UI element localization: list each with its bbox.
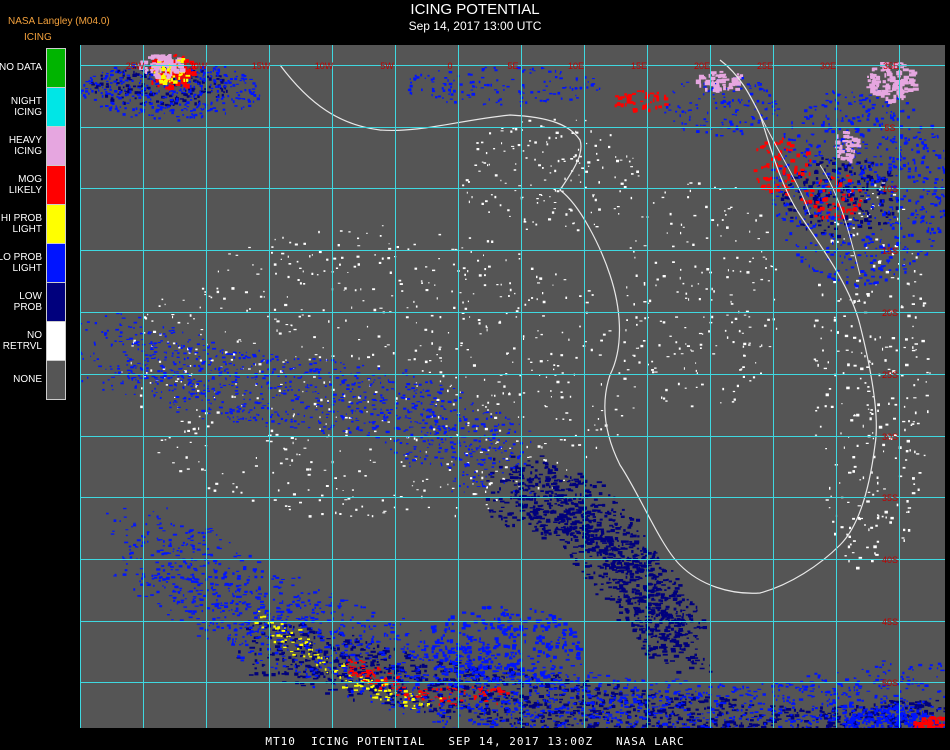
legend-item-label: NO RETRVL <box>0 321 42 360</box>
longitude-label: 25W <box>126 61 145 71</box>
legend-item-swatch <box>46 360 66 400</box>
longitude-label: 5W <box>380 61 394 71</box>
legend-item-label-line: RETRVL <box>2 340 42 352</box>
legend-item-swatch <box>46 48 66 88</box>
longitude-label: 25E <box>757 61 773 71</box>
longitude-label: 20E <box>694 61 710 71</box>
legend-item-swatch <box>46 243 66 283</box>
legend-item-label-line: LIKELY <box>8 184 42 196</box>
longitude-label: 15E <box>631 61 647 71</box>
low-probability-clouds <box>236 620 945 728</box>
legend-item-label-line: NO DATA <box>0 62 42 73</box>
legend-item-label-line: NO <box>27 329 42 341</box>
legend-item-label: MOG LIKELY <box>0 165 42 204</box>
legend-item: NIGHT ICING <box>0 87 66 127</box>
heavy-icing <box>695 70 744 93</box>
legend-item-label: NIGHT ICING <box>0 87 42 126</box>
latitude-label: 35S <box>882 493 898 503</box>
longitude-label: 10E <box>568 61 584 71</box>
latitude-label: 15S <box>882 246 898 256</box>
legend-item: LOW PROB <box>0 282 66 322</box>
legend-item-label-line: ICING <box>14 106 42 118</box>
latitude-label: 25S <box>882 370 898 380</box>
latitude-label: 40S <box>882 555 898 565</box>
legend-item-swatch <box>46 165 66 205</box>
no-retrieval-speckles <box>625 182 778 408</box>
legend-item-label-line: HEAVY <box>8 134 42 146</box>
moderate-icing <box>614 90 669 113</box>
footer-caption: MT10 ICING POTENTIAL SEP 14, 2017 13:00Z… <box>265 735 685 748</box>
legend-item-swatch <box>46 282 66 322</box>
legend-item-label: LOW PROB <box>0 282 42 321</box>
heavy-icing <box>834 131 862 164</box>
legend-item-label: HEAVY ICING <box>0 126 42 165</box>
legend-item-label-line: LO PROB <box>0 251 42 263</box>
longitude-label: 5E <box>507 61 518 71</box>
legend-item-label-line: LIGHT <box>12 223 42 235</box>
legend-item-label: NONE <box>0 360 42 399</box>
legend-item-label-line: HI PROB <box>0 212 42 224</box>
legend-item-swatch <box>46 87 66 127</box>
light-icing-clouds <box>80 312 532 494</box>
longitude-label: 0 <box>447 61 452 71</box>
latitude-label: 50S <box>882 678 898 688</box>
legend-item: HI PROB LIGHT <box>0 204 66 244</box>
latitude-label: 20S <box>882 308 898 318</box>
longitude-label: 20W <box>189 61 208 71</box>
legend-item-label-line: LIGHT <box>12 262 42 274</box>
legend-item: NO DATA <box>0 48 66 88</box>
legend-item-swatch <box>46 321 66 361</box>
longitude-label: 30E <box>820 61 836 71</box>
legend-item: NONE <box>0 360 66 400</box>
legend-item-label: NO DATA <box>0 48 42 87</box>
longitude-label: 15W <box>252 61 271 71</box>
longitude-label: 10W <box>315 61 334 71</box>
moderate-icing <box>753 137 812 197</box>
legend-item-label-line: MOG <box>18 173 42 185</box>
icing-legend: NO DATA NIGHT ICING HEAVY ICING MOG LIKELY HI P… <box>0 48 66 400</box>
legend-item: LO PROB LIGHT <box>0 243 66 283</box>
no-retrieval-speckles <box>462 118 640 232</box>
map-frame: 25W 20W 15W 10W 5W 0 5E 10E 15E 20E 25E 30E 35E 5S 10S… <box>80 45 945 728</box>
legend-item-label: HI PROB LIGHT <box>0 204 42 243</box>
legend-title: ICING <box>24 32 52 43</box>
legend-item-label-line: PROB <box>13 301 42 313</box>
latitude-label: 30S <box>882 432 898 442</box>
legend-item-label-line: NIGHT <box>10 95 42 107</box>
light-icing-clouds <box>106 507 945 728</box>
longitude-label: 35E <box>883 61 899 71</box>
page-subtitle: Sep 14, 2017 13:00 UTC <box>408 19 542 33</box>
light-icing-clouds <box>407 66 601 107</box>
legend-item-label-line: ICING <box>14 145 42 157</box>
legend-item-label: LO PROB LIGHT <box>0 243 42 282</box>
legend-item: NO RETRVL <box>0 321 66 361</box>
latitude-label: 10S <box>882 184 898 194</box>
icing-map: 25W 20W 15W 10W 5W 0 5E 10E 15E 20E 25E 30E 35E 5S 10S… <box>80 45 945 728</box>
legend-item-label-line: NONE <box>13 374 42 385</box>
legend-item-swatch <box>46 204 66 244</box>
legend-item-label-line: LOW <box>19 290 42 302</box>
page-title: ICING POTENTIAL <box>410 1 540 18</box>
legend-item: HEAVY ICING <box>0 126 66 166</box>
legend-item-swatch <box>46 126 66 166</box>
latitude-label: 45S <box>882 617 898 627</box>
legend-item: MOG LIKELY <box>0 165 66 205</box>
low-probability-clouds <box>485 455 713 674</box>
latitude-label: 5S <box>884 123 895 133</box>
